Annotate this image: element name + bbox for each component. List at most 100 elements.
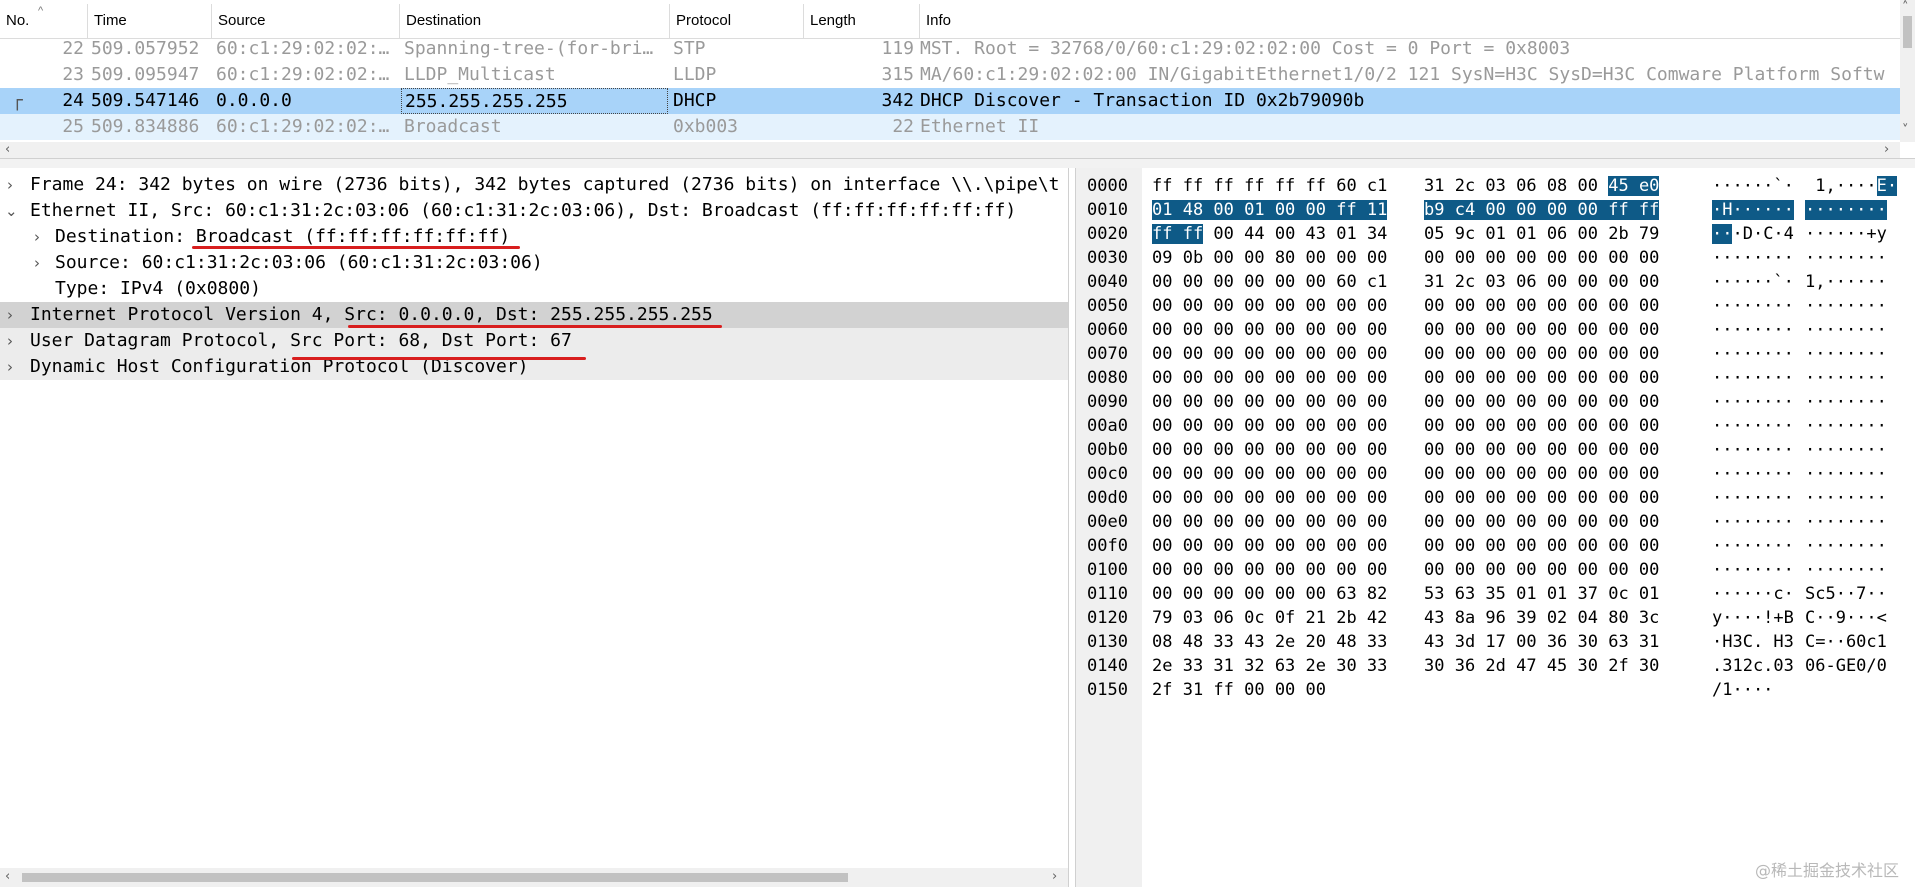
- packet-row[interactable]: 25 509.834886 60:c1:29:02:02:… Broadcast…: [0, 114, 1900, 140]
- hex-bytes-right: 00 00 00 00 00 00 00 00: [1424, 536, 1660, 556]
- byte-offset: 0130: [1087, 632, 1128, 652]
- packet-list-vertical-scrollbar[interactable]: ˄ ˅: [1900, 0, 1915, 142]
- ascii-left: ········: [1712, 440, 1794, 460]
- byte-row[interactable]: 0040 00 00 00 00 00 00 60 c1 31 2c 03 06 0…: [1076, 270, 1915, 294]
- byte-row[interactable]: 00b0 00 00 00 00 00 00 00 00 00 00 00 00 0…: [1076, 438, 1915, 462]
- packet-row[interactable]: 22 509.057952 60:c1:29:02:02:… Spanning-…: [0, 36, 1900, 62]
- byte-row[interactable]: 0100 00 00 00 00 00 00 00 00 00 00 00 00 0…: [1076, 558, 1915, 582]
- byte-row[interactable]: 00a0 00 00 00 00 00 00 00 00 00 00 00 00 0…: [1076, 414, 1915, 438]
- packet-row[interactable]: 23 509.095947 60:c1:29:02:02:… LLDP_Mult…: [0, 62, 1900, 88]
- tree-item-udp[interactable]: › User Datagram Protocol, Src Port: 68, …: [0, 328, 1068, 354]
- hex-bytes-left: 00 00 00 00 00 00 00 00: [1152, 512, 1388, 532]
- ascii-left: ········: [1712, 488, 1794, 508]
- expand-chevron-icon[interactable]: ›: [34, 224, 40, 250]
- highlighted-bytes: ·H······: [1712, 200, 1794, 220]
- byte-row[interactable]: 0110 00 00 00 00 00 00 63 82 53 63 35 01 0…: [1076, 582, 1915, 606]
- hex-bytes-left: 2e 33 31 32 63 2e 30 33: [1152, 656, 1388, 676]
- byte-row[interactable]: 0000 ff ff ff ff ff ff 60 c1 31 2c 03 06 0…: [1076, 174, 1915, 198]
- packet-bytes-pane[interactable]: 0000 ff ff ff ff ff ff 60 c1 31 2c 03 06 0…: [1076, 168, 1915, 887]
- byte-offset: 0010: [1087, 200, 1128, 220]
- tree-item-frame[interactable]: › Frame 24: 342 bytes on wire (2736 bits…: [0, 172, 1068, 198]
- byte-row[interactable]: 0030 09 0b 00 00 80 00 00 00 00 00 00 00 0…: [1076, 246, 1915, 270]
- column-header-no[interactable]: No. ^: [0, 4, 88, 38]
- ascii-left: y····!+B: [1712, 608, 1794, 628]
- hex-bytes-right: 00 00 00 00 00 00 00 00: [1424, 368, 1660, 388]
- byte-offset: 00d0: [1087, 488, 1128, 508]
- hex-bytes-left: 00 00 00 00 00 00 00 00: [1152, 560, 1388, 580]
- scroll-left-icon[interactable]: ‹: [5, 870, 10, 884]
- vertical-splitter[interactable]: [1068, 168, 1076, 887]
- highlighted-bytes: ········: [1805, 200, 1887, 220]
- column-header-info[interactable]: Info: [920, 4, 1900, 38]
- byte-row[interactable]: 0150 2f 31 ff 00 00 00/1····: [1076, 678, 1915, 702]
- ascii-left: ········: [1712, 320, 1794, 340]
- packet-info: DHCP Discover - Transaction ID 0x2b79090…: [920, 90, 1365, 111]
- packet-info: Ethernet II: [920, 116, 1040, 137]
- hex-bytes-right: 00 00 00 00 00 00 00 00: [1424, 416, 1660, 436]
- expand-chevron-icon[interactable]: ›: [34, 250, 40, 276]
- packet-length: 119: [881, 38, 914, 59]
- column-header-length[interactable]: Length: [804, 4, 920, 38]
- scroll-down-icon[interactable]: ˅: [1902, 124, 1909, 138]
- details-horizontal-scrollbar[interactable]: ‹ ›: [0, 868, 1068, 887]
- ascii-left: ········: [1712, 416, 1794, 436]
- packet-protocol: DHCP: [673, 90, 717, 111]
- column-header-destination[interactable]: Destination: [400, 4, 670, 38]
- hex-bytes-right: 00 00 00 00 00 00 00 00: [1424, 464, 1660, 484]
- byte-row[interactable]: 0010 01 48 00 01 00 00 ff 11 b9 c4 00 00 0…: [1076, 198, 1915, 222]
- byte-row[interactable]: 0080 00 00 00 00 00 00 00 00 00 00 00 00 0…: [1076, 366, 1915, 390]
- tree-item-eth-destination[interactable]: › Destination: Broadcast (ff:ff:ff:ff:ff…: [0, 224, 1068, 250]
- scrollbar-thumb[interactable]: [22, 873, 848, 882]
- packet-destination: Broadcast: [404, 116, 502, 137]
- tree-item-eth-source[interactable]: › Source: 60:c1:31:2c:03:06 (60:c1:31:2c…: [0, 250, 1068, 276]
- byte-row[interactable]: 00f0 00 00 00 00 00 00 00 00 00 00 00 00 0…: [1076, 534, 1915, 558]
- scroll-right-icon[interactable]: ›: [1884, 143, 1889, 157]
- highlighted-bytes: 01 48 00 01 00 00 ff 11: [1152, 200, 1388, 220]
- packet-list-horizontal-scrollbar[interactable]: ‹ ›: [0, 142, 1900, 158]
- column-header-source[interactable]: Source: [212, 4, 400, 38]
- byte-offset: 0090: [1087, 392, 1128, 412]
- byte-row[interactable]: 0130 08 48 33 43 2e 20 48 33 43 3d 17 00 3…: [1076, 630, 1915, 654]
- byte-row[interactable]: 0050 00 00 00 00 00 00 00 00 00 00 00 00 0…: [1076, 294, 1915, 318]
- collapse-chevron-icon[interactable]: ⌄: [5, 198, 18, 224]
- column-header-time[interactable]: Time: [88, 4, 212, 38]
- ascii-left: ······`·: [1712, 272, 1794, 292]
- byte-row[interactable]: 0070 00 00 00 00 00 00 00 00 00 00 00 00 0…: [1076, 342, 1915, 366]
- expand-chevron-icon[interactable]: ›: [7, 172, 13, 198]
- byte-row[interactable]: 00c0 00 00 00 00 00 00 00 00 00 00 00 00 0…: [1076, 462, 1915, 486]
- scroll-right-icon[interactable]: ›: [1052, 870, 1057, 884]
- ascii-left: ········: [1712, 248, 1794, 268]
- expand-chevron-icon[interactable]: ›: [7, 328, 13, 354]
- hex-bytes-right: 00 00 00 00 00 00 00 00: [1424, 320, 1660, 340]
- column-header-label: Protocol: [676, 12, 732, 29]
- byte-row[interactable]: 0120 79 03 06 0c 0f 21 2b 42 43 8a 96 39 0…: [1076, 606, 1915, 630]
- packet-details-pane[interactable]: › Frame 24: 342 bytes on wire (2736 bits…: [0, 168, 1068, 870]
- watermark: @稀土掘金技术社区: [1754, 861, 1899, 880]
- packet-time: 509.834886: [91, 116, 200, 137]
- byte-row[interactable]: 0020 ff ff 00 44 00 43 01 34 05 9c 01 01 0…: [1076, 222, 1915, 246]
- byte-offset: 0020: [1087, 224, 1128, 244]
- tree-item-eth-type[interactable]: Type: IPv4 (0x0800): [0, 276, 1068, 302]
- byte-row[interactable]: 00e0 00 00 00 00 00 00 00 00 00 00 00 00 0…: [1076, 510, 1915, 534]
- packet-list-pane[interactable]: No. ^ Time Source Destination Protocol L…: [0, 0, 1915, 142]
- packet-row-selected[interactable]: ┌ 24 509.547146 0.0.0.0 255.255.255.255 …: [0, 88, 1900, 114]
- column-header-protocol[interactable]: Protocol: [670, 4, 804, 38]
- column-header-label: Source: [218, 12, 266, 29]
- hex-bytes-left: 00 00 00 00 00 00 00 00: [1152, 536, 1388, 556]
- ascii-left: /1····: [1712, 680, 1774, 700]
- hex-bytes-right: 00 00 00 00 00 00 00 00: [1424, 440, 1660, 460]
- scroll-left-icon[interactable]: ‹: [5, 143, 10, 157]
- tree-item-ethernet[interactable]: ⌄ Ethernet II, Src: 60:c1:31:2c:03:06 (6…: [0, 198, 1068, 224]
- byte-row[interactable]: 0090 00 00 00 00 00 00 00 00 00 00 00 00 0…: [1076, 390, 1915, 414]
- byte-row[interactable]: 0140 2e 33 31 32 63 2e 30 33 30 36 2d 47 4…: [1076, 654, 1915, 678]
- ascii-left: ········: [1712, 392, 1794, 412]
- byte-row[interactable]: 00d0 00 00 00 00 00 00 00 00 00 00 00 00 0…: [1076, 486, 1915, 510]
- packet-time: 509.057952: [91, 38, 200, 59]
- scrollbar-thumb[interactable]: [1903, 16, 1912, 48]
- scroll-up-icon[interactable]: ˄: [1902, 1, 1909, 15]
- expand-chevron-icon[interactable]: ›: [7, 302, 13, 328]
- packet-protocol: STP: [673, 38, 706, 59]
- byte-row[interactable]: 0060 00 00 00 00 00 00 00 00 00 00 00 00 0…: [1076, 318, 1915, 342]
- hex-bytes-right: 43 8a 96 39 02 04 80 3c: [1424, 608, 1660, 628]
- expand-chevron-icon[interactable]: ›: [7, 354, 13, 380]
